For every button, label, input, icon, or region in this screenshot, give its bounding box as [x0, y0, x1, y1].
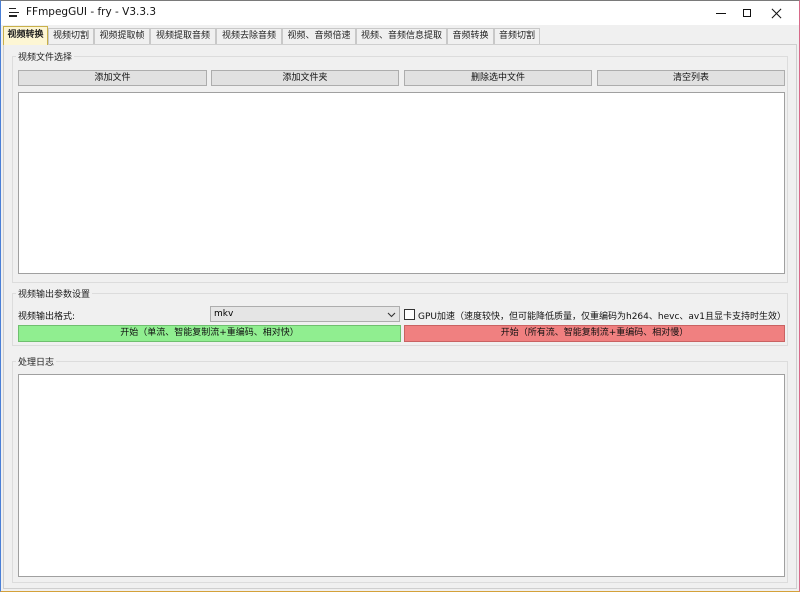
- format-select[interactable]: mkv: [210, 306, 400, 322]
- format-label: 视频输出格式:: [18, 312, 76, 322]
- title-bar[interactable]: FFmpegGUI - fry - V3.3.3: [1, 1, 799, 25]
- tab-page-video-convert: 视频文件选择 添加文件 添加文件夹 删除选中文件 清空列表 视频输出参数设置 视…: [3, 44, 797, 589]
- add-folder-button[interactable]: 添加文件夹: [211, 70, 399, 86]
- tab-video-extract-frames[interactable]: 视频提取帧: [94, 28, 150, 45]
- tab-media-info[interactable]: 视频、音频信息提取: [356, 28, 447, 45]
- tab-video-remove-audio[interactable]: 视频去除音频: [216, 28, 282, 45]
- output-settings-title: 视频输出参数设置: [16, 287, 93, 300]
- add-file-button[interactable]: 添加文件: [18, 70, 207, 86]
- tab-bar: 视频转换 视频切割 视频提取帧 视频提取音频 视频去除音频 视频、音频倍速 视频…: [1, 25, 799, 45]
- file-select-title: 视频文件选择: [16, 50, 75, 63]
- file-list[interactable]: [18, 92, 785, 274]
- app-window: FFmpegGUI - fry - V3.3.3 视频转换 视频切割 视频提取帧…: [0, 0, 800, 592]
- close-icon: [771, 8, 782, 19]
- menu-icon[interactable]: [9, 8, 19, 18]
- log-textarea[interactable]: [18, 374, 785, 577]
- window-title: FFmpegGUI - fry - V3.3.3: [26, 6, 157, 18]
- close-button[interactable]: [761, 1, 792, 25]
- tab-video-convert[interactable]: 视频转换: [3, 26, 48, 45]
- gpu-checkbox[interactable]: [404, 309, 415, 320]
- chevron-down-icon: [387, 312, 396, 318]
- maximize-button[interactable]: [731, 1, 762, 25]
- clear-list-button[interactable]: 清空列表: [597, 70, 785, 86]
- delete-selected-button[interactable]: 删除选中文件: [404, 70, 592, 86]
- tab-video-extract-audio[interactable]: 视频提取音频: [150, 28, 216, 45]
- tab-audio-convert[interactable]: 音频转换: [447, 28, 494, 45]
- maximize-icon: [742, 9, 751, 17]
- tab-speed-change[interactable]: 视频、音频倍速: [282, 28, 356, 45]
- tab-video-cut[interactable]: 视频切割: [48, 28, 94, 45]
- tab-audio-cut[interactable]: 音频切割: [494, 28, 540, 45]
- log-title: 处理日志: [16, 355, 57, 368]
- start-single-stream-button[interactable]: 开始（单流、智能复制流+重编码、相对快）: [18, 325, 401, 342]
- minimize-icon: [715, 12, 726, 14]
- format-value: mkv: [214, 309, 234, 319]
- gpu-label: GPU加速（速度较快，但可能降低质量，仅重编码为h264、hevc、av1且显卡…: [418, 312, 786, 322]
- start-all-streams-button[interactable]: 开始（所有流、智能复制流+重编码、相对慢）: [404, 325, 785, 342]
